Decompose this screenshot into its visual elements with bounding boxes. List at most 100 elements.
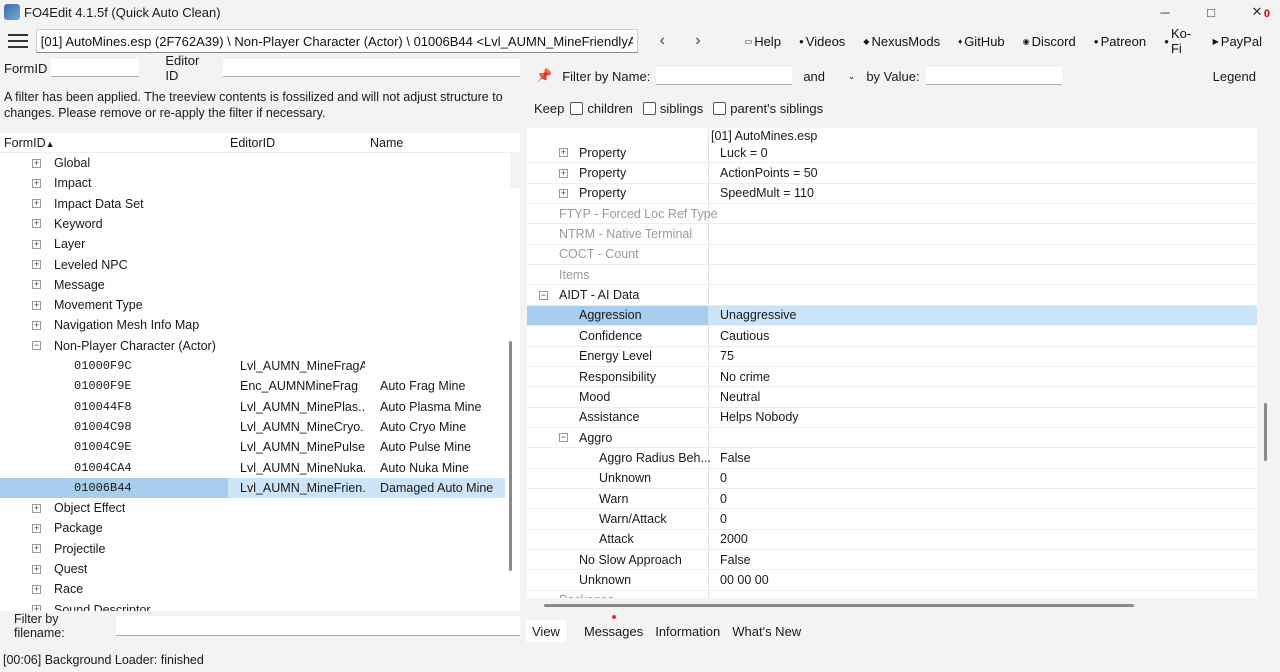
expand-icon[interactable]: + — [32, 178, 41, 188]
field-row[interactable]: Aggro Radius Beh... False — [527, 448, 1257, 469]
link-nexusmods[interactable]: ◆ NexusMods — [863, 34, 940, 49]
expand-icon[interactable]: + — [32, 239, 41, 249]
collapse-icon[interactable]: − — [539, 290, 548, 300]
tree-group[interactable]: + Message — [0, 275, 505, 295]
field-row[interactable]: Responsibility No crime — [527, 367, 1257, 388]
tree-record-row[interactable]: 01000F9E Enc_AUMNMineFrag Auto Frag Mine — [0, 376, 505, 396]
tree-record-row[interactable]: 01006B44 Lvl_AUMN_MineFrien... Damaged Aut… — [0, 477, 505, 498]
tree-group[interactable]: + Global — [0, 153, 505, 173]
expand-icon[interactable]: + — [32, 523, 41, 533]
editorid-column-header[interactable]: EditorID — [230, 136, 275, 150]
tab-messages[interactable]: Messages — [578, 615, 649, 642]
tree-record-row[interactable]: 01004C98 Lvl_AUMN_MineCryo... Auto Cryo Mi… — [0, 417, 505, 437]
tree-group[interactable]: + Keyword — [0, 214, 505, 234]
expand-icon[interactable]: + — [32, 544, 41, 554]
expand-icon[interactable]: + — [32, 564, 41, 574]
link-patreon[interactable]: ● Patreon — [1094, 34, 1146, 49]
grid-vertical-scrollbar[interactable] — [1264, 403, 1267, 461]
field-row[interactable]: Energy Level 75 — [527, 347, 1257, 367]
maximize-button[interactable]: □ — [1188, 0, 1234, 24]
filter-by-name-input[interactable] — [656, 67, 793, 85]
tab-view[interactable]: View — [526, 620, 566, 642]
editorid-input[interactable] — [222, 59, 520, 77]
tree-group[interactable]: + Impact — [0, 173, 505, 193]
tree-group[interactable]: + Layer — [0, 234, 505, 254]
formid-input[interactable] — [51, 59, 140, 77]
keep-parents-siblings-checkbox[interactable]: parent's siblings — [713, 101, 823, 116]
close-button[interactable]: ✕ 0 — [1234, 0, 1280, 24]
back-button[interactable]: ‹ — [646, 29, 680, 53]
expand-icon[interactable]: + — [32, 300, 41, 310]
tree-group[interactable]: + Race — [0, 579, 505, 599]
record-path-input[interactable] — [35, 29, 638, 53]
grid-horizontal-scrollbar[interactable] — [544, 604, 1134, 607]
menu-icon[interactable] — [8, 34, 28, 48]
keep-siblings-checkbox[interactable]: siblings — [642, 101, 703, 116]
tree-scrollbar[interactable] — [509, 341, 512, 571]
link-ko-fi[interactable]: ● Ko-Fi — [1164, 26, 1195, 56]
filter-by-filename-input[interactable] — [116, 615, 520, 636]
link-discord[interactable]: ◉ Discord — [1023, 34, 1076, 49]
link-github[interactable]: ♦ GitHub — [958, 34, 1005, 49]
formid-column-header[interactable]: FormID▲ — [4, 136, 55, 150]
collapse-icon[interactable]: − — [32, 341, 41, 351]
legend-button[interactable]: Legend — [1213, 69, 1256, 84]
field-row[interactable]: NTRM - Native Terminal — [527, 224, 1257, 245]
field-row[interactable]: Unknown 0 — [527, 469, 1257, 489]
tree-record-row[interactable]: 01004C9E Lvl_AUMN_MinePulse... Auto Pulse … — [0, 437, 505, 457]
field-row[interactable]: No Slow Approach False — [527, 550, 1257, 571]
link-help[interactable]: ▭ Help — [745, 34, 781, 49]
field-row[interactable]: Attack 2000 — [527, 530, 1257, 551]
field-row[interactable]: − Aggro — [527, 428, 1257, 449]
expand-icon[interactable]: + — [32, 280, 41, 290]
tab-information[interactable]: Information — [649, 620, 726, 642]
expand-icon[interactable]: + — [32, 584, 41, 594]
link-paypal[interactable]: ▶ PayPal — [1213, 34, 1262, 49]
pin-icon[interactable]: 📌 — [536, 68, 552, 84]
tree-group[interactable]: + Sound Descriptor — [0, 600, 505, 611]
field-row[interactable]: COCT - Count — [527, 245, 1257, 266]
forward-button[interactable]: › — [681, 29, 715, 53]
field-row[interactable]: Warn 0 — [527, 489, 1257, 510]
expand-icon[interactable]: + — [32, 158, 41, 168]
tree-group[interactable]: + Package — [0, 518, 505, 538]
and-or-select[interactable]: and ⌄ — [798, 66, 861, 86]
expand-icon[interactable]: + — [32, 320, 41, 330]
tree-group[interactable]: + Leveled NPC — [0, 255, 505, 275]
field-row[interactable]: Warn/Attack 0 — [527, 509, 1257, 530]
field-row[interactable]: FTYP - Forced Loc Ref Type — [527, 204, 1257, 225]
field-row[interactable]: + Property SpeedMult = 110 — [527, 184, 1257, 205]
expand-icon[interactable]: + — [32, 503, 41, 513]
tree-group[interactable]: + Quest — [0, 559, 505, 579]
tree-record-row[interactable]: 01000F9C Lvl_AUMN_MineFragActor — [0, 356, 505, 376]
field-row[interactable]: Packages — [527, 591, 1257, 598]
keep-children-checkbox[interactable]: children — [570, 101, 633, 116]
tree-group[interactable]: + Impact Data Set — [0, 194, 505, 214]
field-row[interactable]: Items — [527, 265, 1257, 286]
by-value-input[interactable] — [925, 67, 1062, 85]
field-row[interactable]: + Property ActionPoints = 50 — [527, 163, 1257, 184]
field-row[interactable]: + Property Luck = 0 — [527, 143, 1257, 164]
expand-icon[interactable]: + — [32, 199, 41, 209]
expand-icon[interactable]: + — [559, 168, 568, 178]
collapse-icon[interactable]: − — [559, 433, 568, 443]
field-row[interactable]: Mood Neutral — [527, 387, 1257, 408]
field-row[interactable]: Unknown 00 00 00 — [527, 570, 1257, 591]
expand-icon[interactable]: + — [559, 188, 568, 198]
tree-group[interactable]: + Movement Type — [0, 295, 505, 315]
file-column-header[interactable]: [01] AutoMines.esp — [711, 129, 817, 143]
expand-icon[interactable]: + — [32, 260, 41, 269]
tree-group[interactable]: + Navigation Mesh Info Map — [0, 315, 505, 335]
link-videos[interactable]: ● Videos — [799, 34, 845, 49]
tree-record-row[interactable]: 010044F8 Lvl_AUMN_MinePlas... Auto Plasma … — [0, 397, 505, 417]
tree-group-npc[interactable]: − Non-Player Character (Actor) — [0, 336, 505, 356]
tree-group[interactable]: + Object Effect — [0, 498, 505, 518]
field-row[interactable]: Assistance Helps Nobody — [527, 408, 1257, 428]
name-column-header[interactable]: Name — [370, 136, 403, 150]
tab-what-s-new[interactable]: What's New — [726, 620, 807, 642]
expand-icon[interactable]: + — [32, 219, 41, 229]
field-row[interactable]: − AIDT - AI Data — [527, 285, 1257, 306]
tree-group[interactable]: + Projectile — [0, 539, 505, 559]
expand-icon[interactable]: + — [559, 148, 568, 158]
minimize-button[interactable]: ─ — [1142, 0, 1188, 24]
